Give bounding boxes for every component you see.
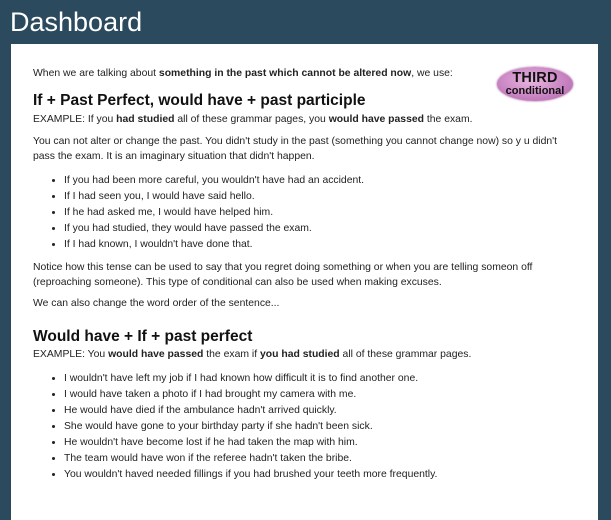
intro-bold: something in the past which cannot be al… <box>158 68 412 79</box>
example-2-b: would have passed <box>108 348 204 360</box>
list-item: She would have gone to your birthday par… <box>64 419 581 435</box>
intro-text: When we are talking about something in t… <box>33 67 581 82</box>
heading-third-conditional: If + Past Perfect, would have + past par… <box>33 91 366 109</box>
examples-list-1: If you had been more careful, you wouldn… <box>33 173 581 253</box>
example-1-a: EXAMPLE: If you <box>33 113 117 125</box>
list-item: You wouldn't haved needed fillings if yo… <box>64 467 581 483</box>
intro-pre: When we are talking about <box>33 68 159 79</box>
example-1: EXAMPLE: If you had studied all of these… <box>33 113 581 128</box>
list-item: I wouldn't have left my job if I had kno… <box>64 371 581 387</box>
list-item: The team would have won if the referee h… <box>64 451 581 467</box>
explanation-paragraph: You can not alter or change the past. Yo… <box>33 136 558 162</box>
list-item: If he had asked me, I would have helped … <box>64 205 581 221</box>
list-item: If you had been more careful, you wouldn… <box>64 173 581 189</box>
example-2-e: all of these grammar pages. <box>339 348 472 360</box>
heading-would-have-if: Would have + If + past perfect <box>33 327 253 345</box>
list-item: He wouldn't have become lost if he had t… <box>64 435 581 451</box>
lesson-content: When we are talking about something in t… <box>33 64 581 483</box>
example-1-c: all of these grammar pages, you <box>174 113 329 125</box>
lesson-panel: THIRD conditional When we are talking ab… <box>11 44 598 520</box>
list-item: He would have died if the ambulance hadn… <box>64 403 581 419</box>
intro-post: , we use: <box>411 68 453 79</box>
word-order-text: We can also change the word order of the… <box>33 298 280 309</box>
examples-list-2: I wouldn't have left my job if I had kno… <box>33 371 581 483</box>
list-item: I would have taken a photo if I had brou… <box>64 387 581 403</box>
example-1-d: would have passed <box>328 113 424 125</box>
example-1-b: had studied <box>116 113 175 125</box>
example-1-e: the exam. <box>423 113 473 125</box>
app-title: Dashboard <box>10 7 143 37</box>
example-2-d: you had studied <box>259 348 340 360</box>
example-2-a: EXAMPLE: You <box>33 348 109 360</box>
example-2-c: the exam if <box>203 348 260 360</box>
list-item: If I had seen you, I would have said hel… <box>64 189 581 205</box>
notice-paragraph: Notice how this tense can be used to say… <box>33 262 533 288</box>
list-item: If I had known, I wouldn't have done tha… <box>64 237 581 253</box>
list-item: If you had studied, they would have pass… <box>64 221 581 237</box>
example-2: EXAMPLE: You would have passed the exam … <box>33 348 581 363</box>
